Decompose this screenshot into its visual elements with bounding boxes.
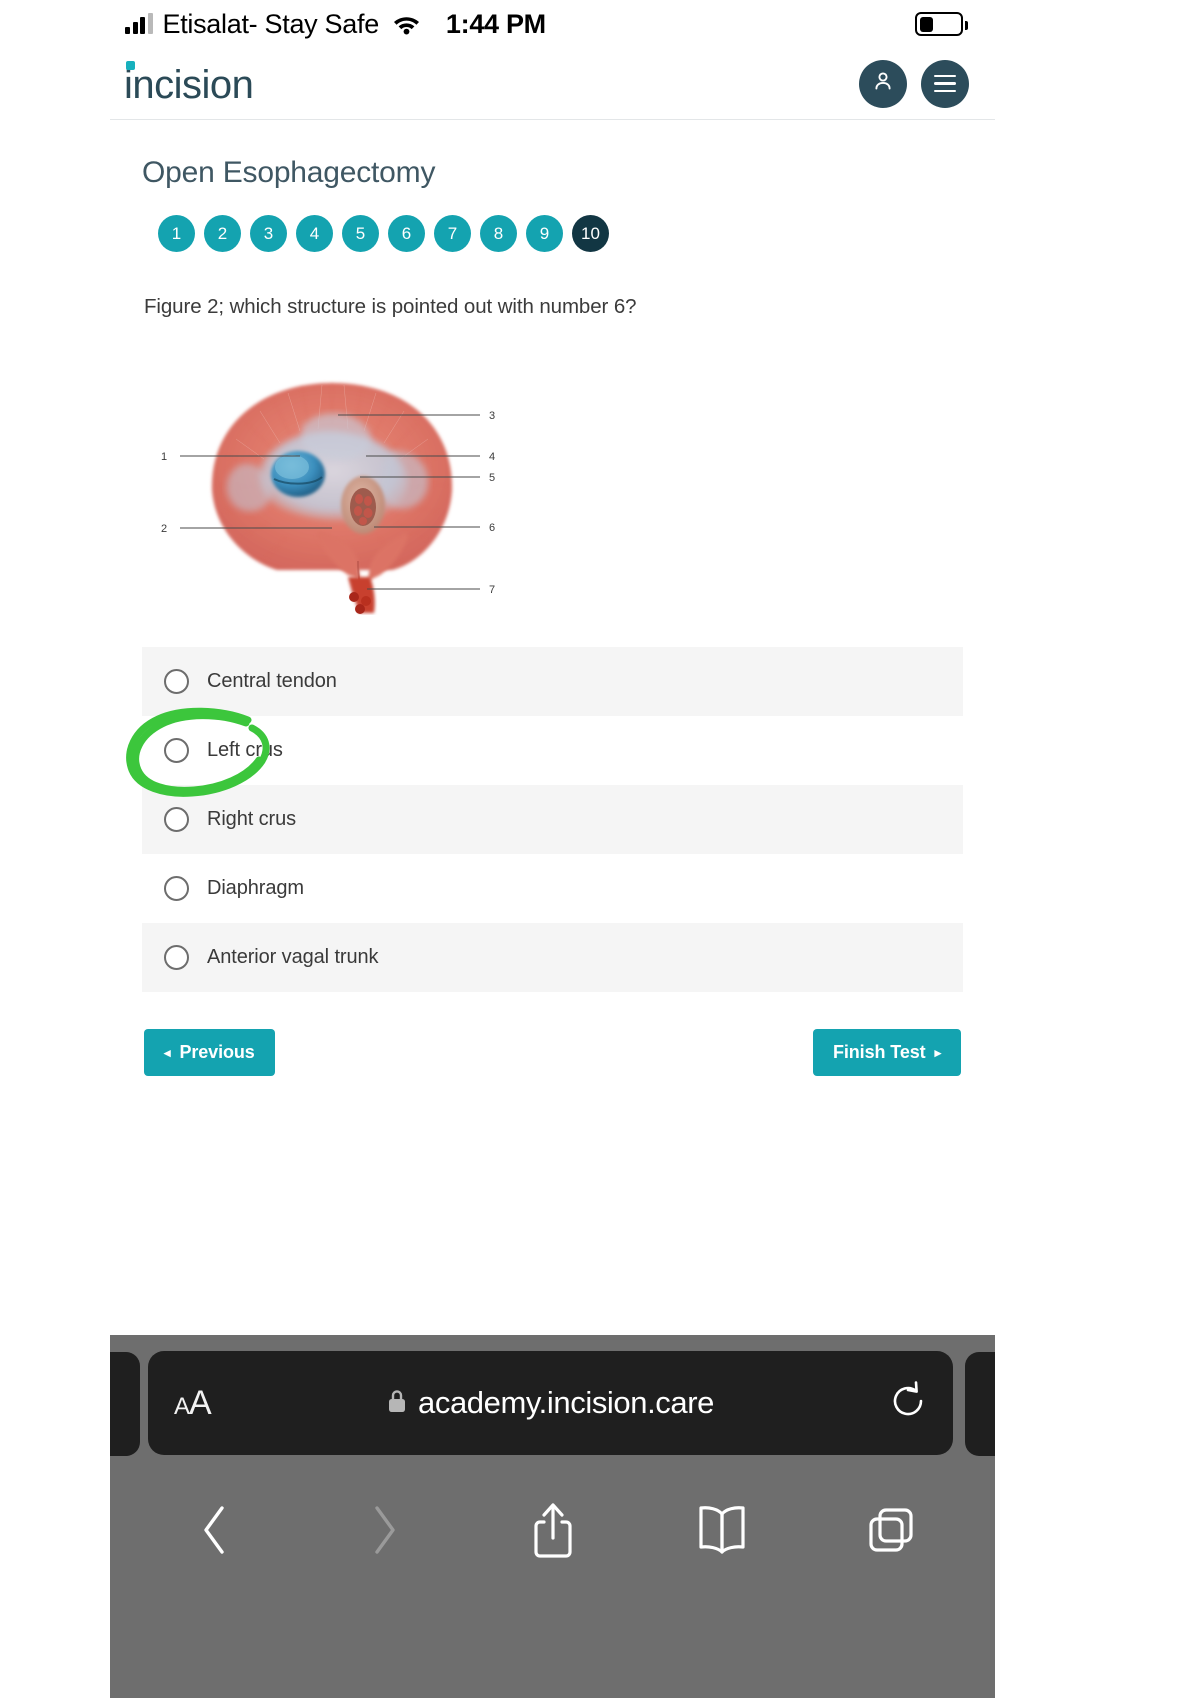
caret-right-icon: ▸ xyxy=(934,1045,942,1060)
option-label: Left crus xyxy=(207,739,283,761)
radio-button[interactable] xyxy=(164,876,189,901)
page-title: Open Esophagectomy xyxy=(142,156,436,189)
menu-button[interactable] xyxy=(921,59,969,108)
radio-button[interactable] xyxy=(164,738,189,763)
option-anterior-vagal-trunk[interactable]: Anterior vagal trunk xyxy=(142,923,963,992)
url-text: academy.incision.care xyxy=(418,1385,714,1420)
step-4[interactable]: 4 xyxy=(296,215,333,252)
left-gutter xyxy=(0,0,110,1698)
figure-label-6: 6 xyxy=(489,522,495,534)
quiz-navigation: ◂ Previous Finish Test ▸ xyxy=(142,1029,963,1076)
chevron-left-icon xyxy=(203,1506,224,1554)
book-icon xyxy=(698,1506,745,1554)
account-button[interactable] xyxy=(859,59,907,108)
answer-options: Central tendon Left crus Right crus Diap… xyxy=(126,647,963,992)
step-9[interactable]: 9 xyxy=(526,215,563,252)
bookmarks-button[interactable] xyxy=(685,1493,759,1567)
figure-label-2: 2 xyxy=(161,523,167,535)
text-size-button[interactable]: AA xyxy=(174,1384,212,1423)
step-10[interactable]: 10 xyxy=(572,215,609,252)
figure-label-1: 1 xyxy=(161,451,167,463)
url-row: AA academy.incision.care xyxy=(94,1343,1011,1463)
radio-button[interactable] xyxy=(164,669,189,694)
figure-label-3: 3 xyxy=(489,410,495,422)
address-bar[interactable]: AA academy.incision.care xyxy=(148,1351,953,1455)
option-label: Right crus xyxy=(207,808,297,830)
phone-screen: Etisalat- Stay Safe 1:44 PM incision Ope… xyxy=(0,0,1200,1698)
lock-icon xyxy=(387,1388,407,1419)
forward-button[interactable] xyxy=(347,1493,421,1567)
step-7[interactable]: 7 xyxy=(434,215,471,252)
figure-label-5: 5 xyxy=(489,472,495,484)
option-right-crus[interactable]: Right crus xyxy=(142,785,963,854)
question-text: Figure 2; which structure is pointed out… xyxy=(144,295,637,318)
brand-accent-dot xyxy=(126,61,135,70)
share-button[interactable] xyxy=(516,1493,590,1567)
ios-status-bar: Etisalat- Stay Safe 1:44 PM xyxy=(110,0,995,48)
option-label: Diaphragm xyxy=(207,877,304,899)
step-1[interactable]: 1 xyxy=(158,215,195,252)
option-label: Anterior vagal trunk xyxy=(207,946,379,968)
clock: 1:44 PM xyxy=(445,8,546,39)
step-5[interactable]: 5 xyxy=(342,215,379,252)
radio-button[interactable] xyxy=(164,945,189,970)
finish-test-button[interactable]: Finish Test ▸ xyxy=(812,1029,961,1076)
option-left-crus[interactable]: Left crus xyxy=(142,716,963,785)
tabs-icon xyxy=(868,1508,913,1552)
step-navigation: 1 2 3 4 5 6 7 8 9 10 xyxy=(142,215,963,252)
safari-bottom-chrome: AA academy.incision.care xyxy=(94,1335,1011,1698)
figure-diaphragm: 1 2 3 4 5 6 7 xyxy=(142,365,963,615)
carrier-label: Etisalat- Stay Safe xyxy=(162,8,380,39)
step-2[interactable]: 2 xyxy=(204,215,241,252)
site-header: incision xyxy=(110,48,995,120)
brand-logo[interactable]: incision xyxy=(124,61,254,107)
url-display: academy.incision.care xyxy=(148,1385,953,1421)
header-actions xyxy=(859,59,969,108)
right-gutter xyxy=(995,0,1200,1698)
figure-label-7: 7 xyxy=(489,584,495,596)
signal-bars-icon xyxy=(125,13,153,34)
hamburger-menu-icon xyxy=(934,74,956,93)
option-label: Central tendon xyxy=(207,670,337,692)
chevron-right-icon xyxy=(374,1506,395,1554)
status-bar-left: Etisalat- Stay Safe 1:44 PM xyxy=(125,9,546,40)
diaphragm-illustration: 1 2 3 4 5 6 7 xyxy=(161,383,495,614)
share-icon xyxy=(533,1503,572,1558)
step-3[interactable]: 3 xyxy=(250,215,287,252)
previous-button[interactable]: ◂ Previous xyxy=(144,1029,275,1076)
finish-test-button-label: Finish Test xyxy=(832,1042,926,1062)
tabs-button[interactable] xyxy=(854,1493,928,1567)
main-content: Open Esophagectomy 1 2 3 4 5 6 7 8 9 10 … xyxy=(110,120,995,1335)
step-8[interactable]: 8 xyxy=(480,215,517,252)
person-icon xyxy=(871,69,895,98)
previous-button-label: Previous xyxy=(179,1042,255,1062)
option-central-tendon[interactable]: Central tendon xyxy=(142,647,963,716)
figure-label-4: 4 xyxy=(489,451,495,463)
option-diaphragm[interactable]: Diaphragm xyxy=(142,854,963,923)
brand-label: incision xyxy=(124,63,254,107)
browser-toolbar xyxy=(110,1475,995,1585)
caret-left-icon: ◂ xyxy=(164,1045,171,1060)
reload-button[interactable] xyxy=(889,1380,927,1427)
back-button[interactable] xyxy=(178,1493,252,1567)
step-6[interactable]: 6 xyxy=(388,215,425,252)
wifi-icon xyxy=(393,13,420,35)
radio-button[interactable] xyxy=(164,807,189,832)
battery-low-icon xyxy=(915,12,968,36)
